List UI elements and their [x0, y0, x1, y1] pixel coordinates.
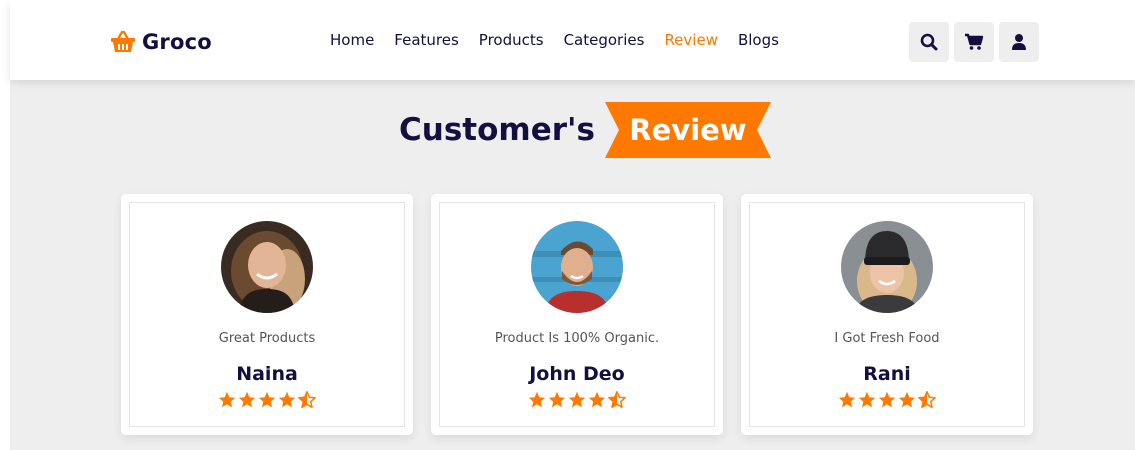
star-half-icon — [298, 391, 316, 408]
main-nav: Home Features Products Categories Review… — [330, 31, 779, 49]
star-rating — [838, 391, 936, 408]
reviewer-name: Rani — [863, 363, 911, 385]
star-icon — [278, 391, 296, 408]
star-half-icon — [918, 391, 936, 408]
heading-ribbon: Review — [604, 102, 771, 158]
reviewer-name: Naina — [236, 363, 298, 385]
logo[interactable]: Groco — [110, 26, 212, 58]
review-text: Product Is 100% Organic. — [494, 331, 660, 346]
section-heading: Customer's Review — [399, 102, 771, 158]
nav-review[interactable]: Review — [664, 31, 718, 49]
star-icon — [548, 391, 566, 408]
star-icon — [568, 391, 586, 408]
nav-blogs[interactable]: Blogs — [738, 31, 779, 49]
basket-icon — [110, 30, 136, 54]
star-icon — [858, 391, 876, 408]
review-text: Great Products — [218, 331, 316, 346]
site-header: Groco Home Features Products Categories … — [10, 0, 1135, 80]
review-text: I Got Fresh Food — [834, 331, 940, 346]
header-actions — [909, 22, 1039, 62]
user-icon — [1012, 34, 1026, 50]
user-button[interactable] — [999, 22, 1039, 62]
search-button[interactable] — [909, 22, 949, 62]
review-card-inner: Great Products Naina — [129, 202, 405, 427]
avatar — [531, 221, 623, 313]
reviewer-name: John Deo — [529, 363, 625, 385]
avatar — [841, 221, 933, 313]
review-card-inner: I Got Fresh Food Rani — [749, 202, 1025, 427]
star-rating — [218, 391, 316, 408]
brand-name: Groco — [142, 30, 212, 54]
star-half-icon — [608, 391, 626, 408]
cart-button[interactable] — [954, 22, 994, 62]
heading-main: Customer's — [399, 112, 595, 148]
review-card-inner: Product Is 100% Organic. John Deo — [439, 202, 715, 427]
star-icon — [588, 391, 606, 408]
star-icon — [898, 391, 916, 408]
page: Groco Home Features Products Categories … — [0, 0, 1135, 450]
star-icon — [218, 391, 236, 408]
star-icon — [258, 391, 276, 408]
nav-categories[interactable]: Categories — [564, 31, 645, 49]
nav-features[interactable]: Features — [394, 31, 459, 49]
star-rating — [528, 391, 626, 408]
avatar — [221, 221, 313, 313]
star-icon — [838, 391, 856, 408]
star-icon — [238, 391, 256, 408]
review-card: Product Is 100% Organic. John Deo — [431, 194, 723, 435]
review-cards: Great Products Naina Product Is 100% Org… — [121, 194, 1033, 435]
nav-products[interactable]: Products — [479, 31, 544, 49]
star-icon — [878, 391, 896, 408]
review-card: I Got Fresh Food Rani — [741, 194, 1033, 435]
heading-accent: Review — [629, 113, 747, 147]
star-icon — [528, 391, 546, 408]
reviews-section: Customer's Review Great Products Naina P… — [10, 80, 1135, 450]
review-card: Great Products Naina — [121, 194, 413, 435]
cart-icon — [965, 33, 984, 50]
nav-home[interactable]: Home — [330, 31, 374, 49]
search-icon — [920, 33, 938, 51]
